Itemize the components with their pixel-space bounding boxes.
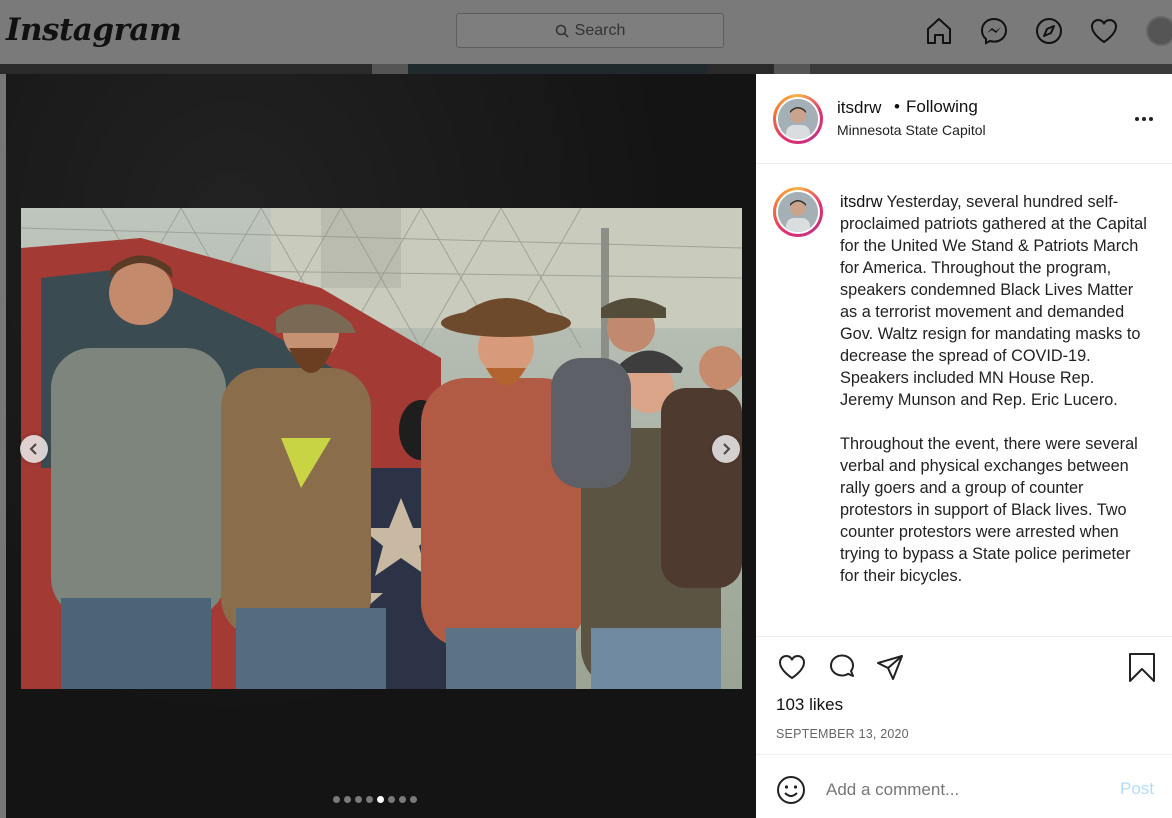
post-header: itsdrw • Following Minnesota State Capit… xyxy=(756,74,1172,164)
post-details-panel: itsdrw • Following Minnesota State Capit… xyxy=(756,74,1172,818)
separator-dot: • xyxy=(894,97,900,116)
carousel-prev-button[interactable] xyxy=(20,435,48,463)
comment-icon xyxy=(830,654,854,677)
chevron-right-icon xyxy=(723,443,731,455)
avatar-photo xyxy=(778,99,818,139)
heart-icon xyxy=(779,655,805,679)
home-icon[interactable] xyxy=(924,16,954,46)
carousel-dot xyxy=(355,796,362,803)
caption-section: itsdrw Yesterday, several hundred self-pr… xyxy=(756,165,1172,637)
nav-icons xyxy=(924,16,1119,46)
more-options-button[interactable] xyxy=(1134,109,1154,129)
post-date: SEPTEMBER 13, 2020 xyxy=(776,727,909,741)
add-comment-bar: Post xyxy=(756,754,1172,818)
profile-avatar[interactable] xyxy=(1146,16,1172,46)
save-button[interactable] xyxy=(1126,651,1158,683)
explore-icon[interactable] xyxy=(1034,16,1064,46)
likes-count[interactable]: 103 likes xyxy=(776,695,843,715)
avatar-photo xyxy=(778,192,818,232)
activity-heart-icon[interactable] xyxy=(1089,16,1119,46)
messenger-icon[interactable] xyxy=(979,16,1009,46)
bookmark-icon xyxy=(1129,653,1155,682)
carousel-dot xyxy=(366,796,373,803)
search-box[interactable]: Search xyxy=(456,13,724,48)
carousel-dot xyxy=(410,796,417,803)
post-actions: 103 likes SEPTEMBER 13, 2020 xyxy=(756,636,1172,754)
search-icon xyxy=(555,24,569,38)
top-nav: Instagram Search xyxy=(0,0,1172,64)
smiley-icon xyxy=(777,776,805,804)
post-caption: itsdrw Yesterday, several hundred self-pr… xyxy=(840,191,1150,587)
caption-username[interactable]: itsdrw xyxy=(840,193,883,211)
following-button[interactable]: Following xyxy=(906,97,978,117)
carousel-dot xyxy=(399,796,406,803)
caption-author-avatar[interactable] xyxy=(773,187,823,237)
background-feed-strip xyxy=(0,64,1172,74)
search-placeholder: Search xyxy=(574,21,626,39)
comment-input[interactable] xyxy=(826,775,1096,805)
post-photo[interactable] xyxy=(21,208,742,689)
send-icon xyxy=(877,655,903,680)
like-button[interactable] xyxy=(776,651,808,683)
post-media xyxy=(6,74,756,818)
carousel-next-button[interactable] xyxy=(712,435,740,463)
post-comment-button[interactable]: Post xyxy=(1120,779,1154,799)
more-dots-icon xyxy=(1135,117,1153,121)
post-location[interactable]: Minnesota State Capitol xyxy=(837,122,986,138)
carousel-dot xyxy=(344,796,351,803)
caption-paragraph-2: Throughout the event, there were several… xyxy=(840,435,1138,585)
comment-button[interactable] xyxy=(826,651,858,683)
instagram-logo[interactable]: Instagram xyxy=(6,12,182,48)
carousel-dot xyxy=(377,796,384,803)
share-button[interactable] xyxy=(874,651,906,683)
carousel-dot xyxy=(333,796,340,803)
author-username[interactable]: itsdrw xyxy=(837,98,881,118)
carousel-dot xyxy=(388,796,395,803)
carousel-indicator xyxy=(333,796,417,803)
chevron-left-icon xyxy=(29,443,37,455)
author-avatar[interactable] xyxy=(773,94,823,144)
emoji-button[interactable] xyxy=(776,775,806,805)
rally-photo-illustration xyxy=(21,208,742,689)
caption-paragraph-1: Yesterday, several hundred self-proclaim… xyxy=(840,193,1147,409)
